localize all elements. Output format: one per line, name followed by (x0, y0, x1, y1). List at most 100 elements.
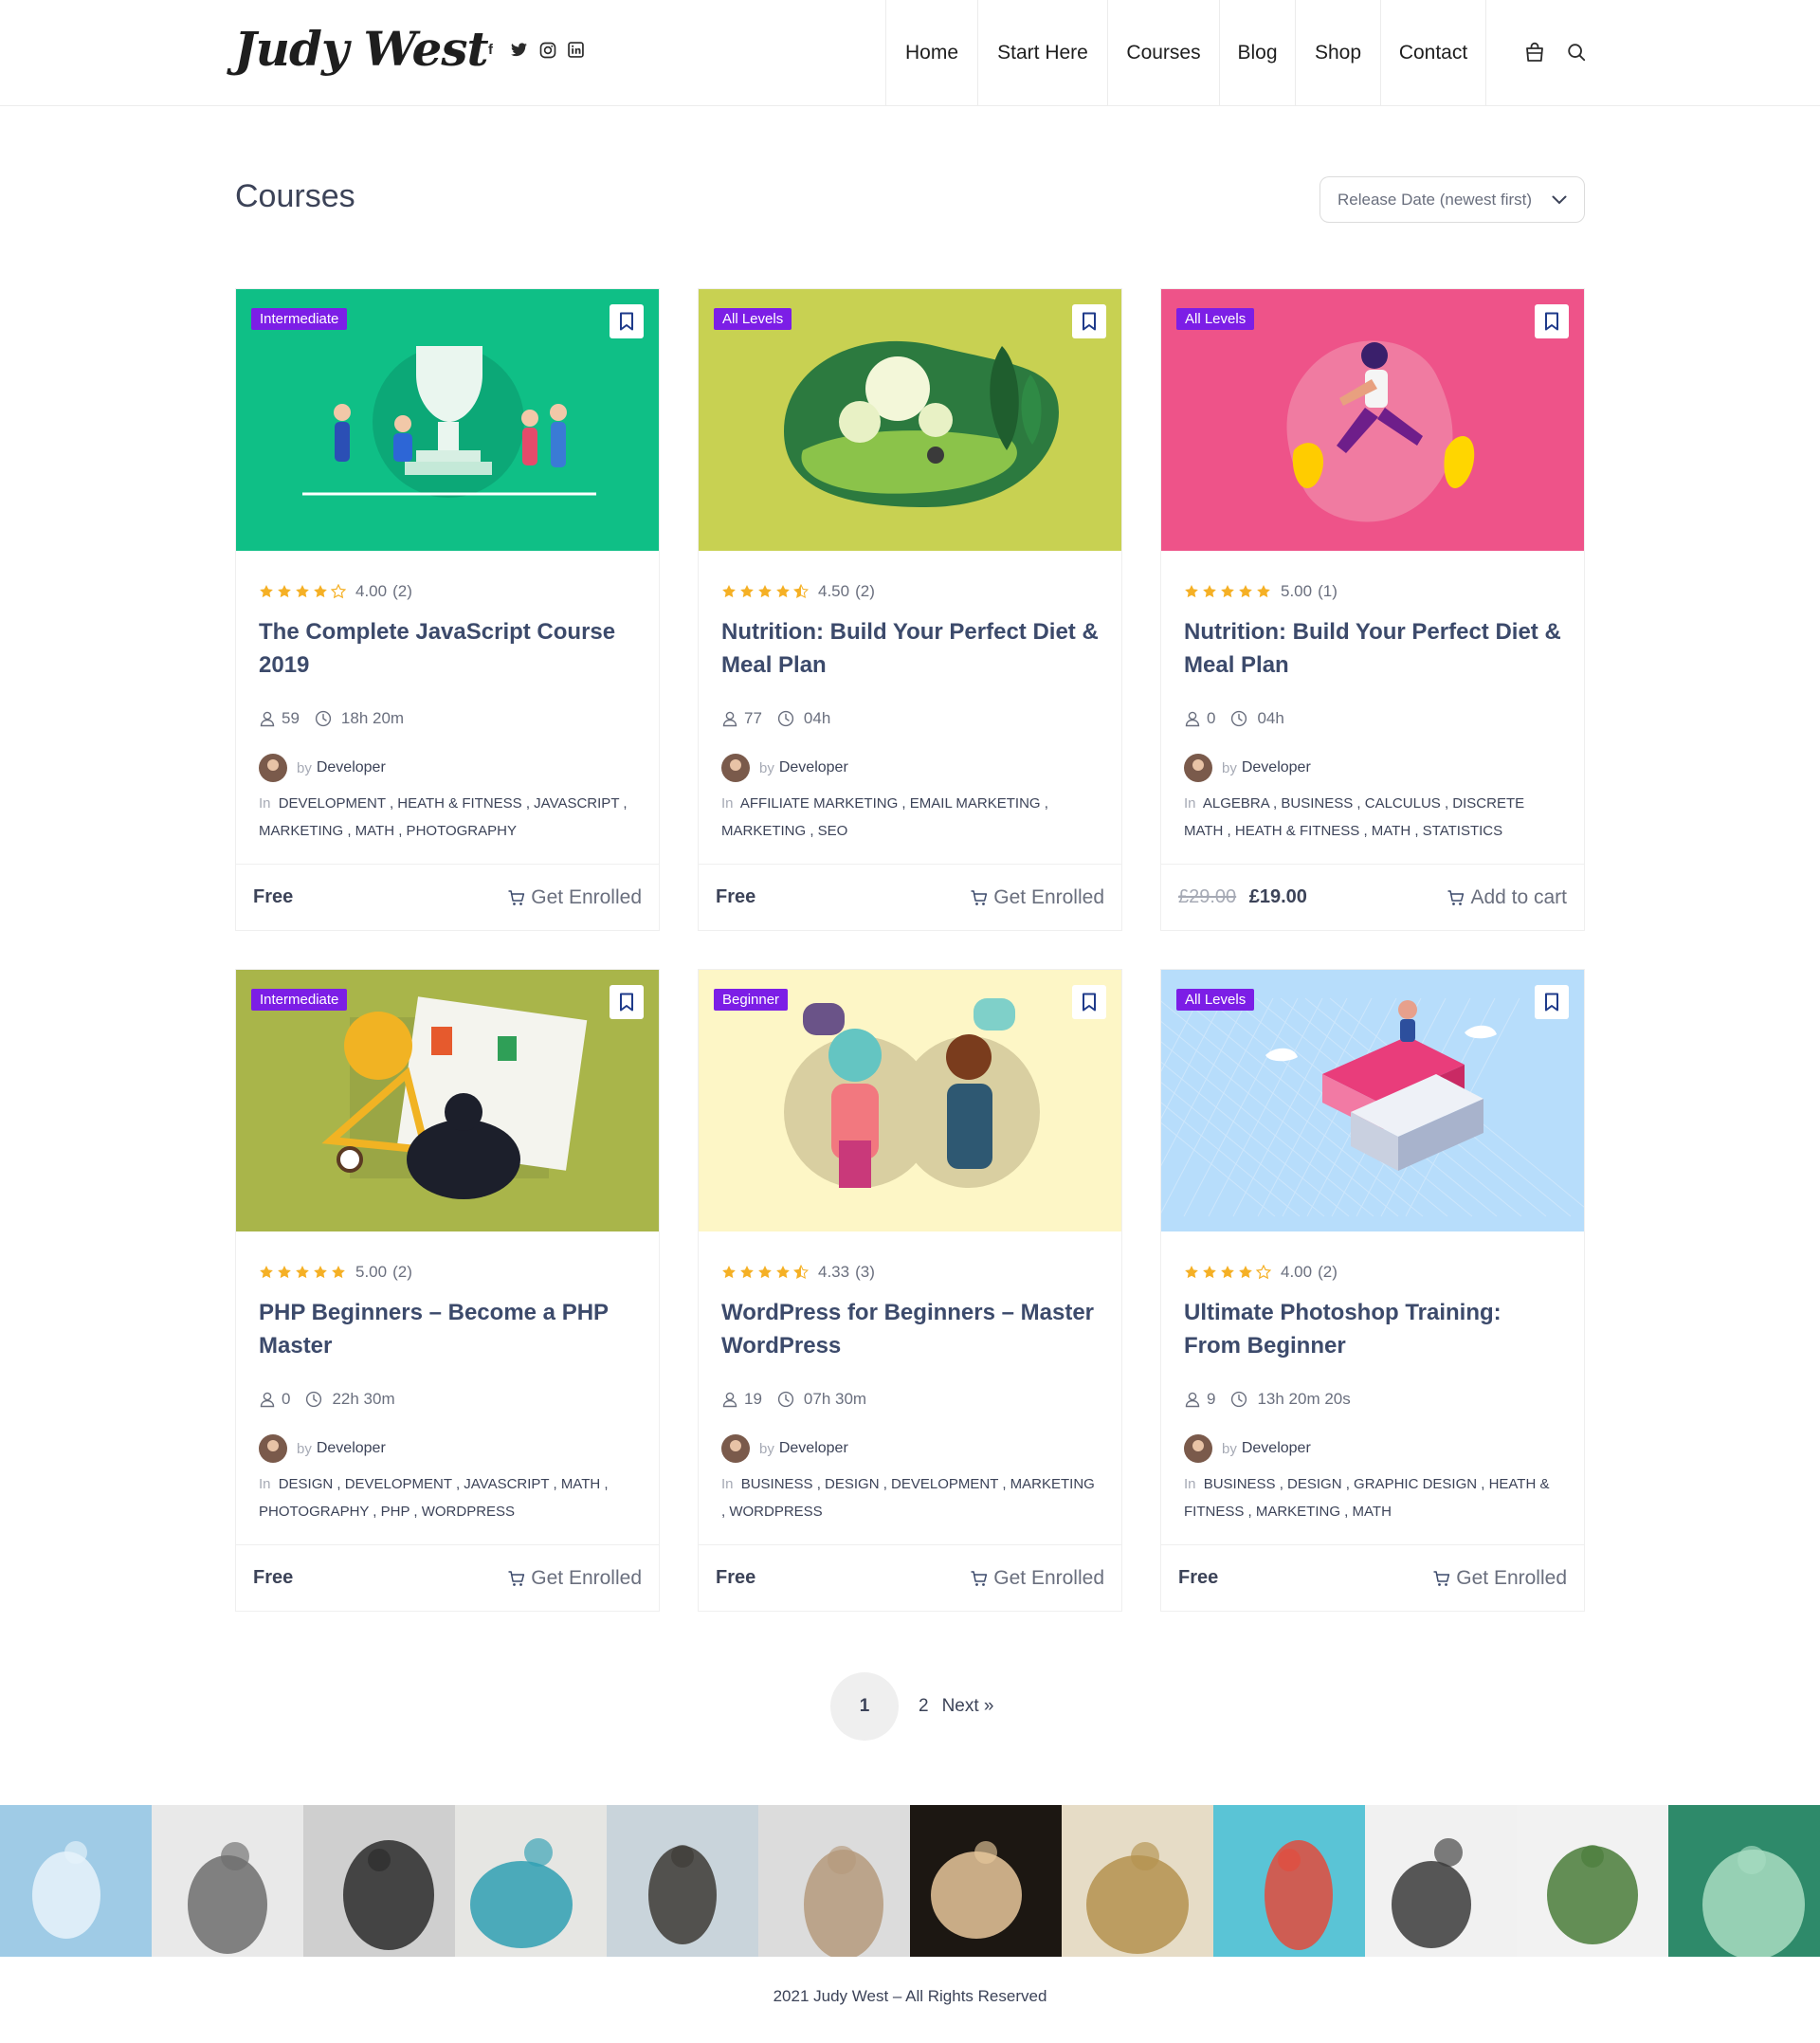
photo-woman-plant[interactable] (1517, 1805, 1668, 1957)
by-label: by (1222, 1440, 1237, 1457)
nav-home[interactable]: Home (885, 0, 977, 106)
course-title[interactable]: Ultimate Photoshop Training: From Beginn… (1184, 1296, 1561, 1362)
nav-courses[interactable]: Courses (1107, 0, 1219, 106)
nav-start-here[interactable]: Start Here (977, 0, 1107, 106)
search-icon[interactable] (1564, 40, 1589, 64)
course-title[interactable]: WordPress for Beginners – Master WordPre… (721, 1296, 1099, 1362)
by-label: by (1222, 759, 1237, 776)
star-full-icon (722, 1266, 736, 1279)
star-full-icon (776, 1266, 790, 1279)
photo-shape (1392, 1838, 1471, 1948)
author-name[interactable]: Developer (317, 1440, 386, 1457)
bookmark-icon[interactable] (610, 304, 644, 338)
current-price: Free (716, 1567, 756, 1588)
author-name[interactable]: Developer (779, 759, 848, 776)
enroll-button[interactable]: Add to cart (1447, 886, 1567, 909)
rating-value: 5.00 (355, 1263, 388, 1281)
enroll-label: Get Enrolled (993, 1566, 1104, 1589)
photo-sea-float[interactable] (1213, 1805, 1365, 1957)
enroll-label: Get Enrolled (531, 885, 642, 908)
clock-icon (777, 1391, 794, 1408)
course-card[interactable]: All Levels 4.50 (2) Nutrition: Build You… (698, 288, 1122, 931)
category-links[interactable]: BUSINESS , DESIGN , GRAPHIC DESIGN , HEA… (1184, 1476, 1549, 1520)
sort-dropdown[interactable]: Release Date (newest first) (1320, 176, 1585, 223)
photo-green-leaves[interactable] (1668, 1805, 1820, 1957)
nav-contact[interactable]: Contact (1380, 0, 1486, 106)
category-links[interactable]: ALGEBRA , BUSINESS , CALCULUS , DISCRETE… (1184, 795, 1524, 839)
instagram-icon[interactable] (538, 41, 556, 59)
original-price: £29.00 (1178, 886, 1237, 907)
course-thumbnail[interactable]: All Levels (1161, 970, 1584, 1231)
course-meta: 0 04h (1184, 708, 1561, 729)
linkedin-icon[interactable] (567, 41, 585, 59)
photo-shape (470, 1838, 573, 1948)
facebook-icon[interactable]: f (482, 41, 500, 59)
course-thumbnail[interactable]: Intermediate (236, 289, 659, 551)
photo-woman-motorbike[interactable] (1365, 1805, 1517, 1957)
category-links[interactable]: DEVELOPMENT , HEATH & FITNESS , JAVASCRI… (259, 795, 628, 839)
students-icon (721, 1391, 738, 1408)
course-thumbnail[interactable]: Beginner (699, 970, 1121, 1231)
course-rating: 5.00 (2) (259, 1262, 636, 1283)
avatar (721, 754, 750, 782)
photo-ice-cave[interactable] (0, 1805, 152, 1957)
star-full-icon (1221, 585, 1234, 598)
course-card[interactable]: Intermediate 4.00 (2) The Complete JavaS… (235, 288, 660, 931)
card-footer: Free Get Enrolled (1161, 1544, 1584, 1611)
enroll-button[interactable]: Get Enrolled (1432, 1567, 1567, 1590)
bookmark-icon[interactable] (1535, 985, 1569, 1019)
course-thumbnail[interactable]: All Levels (699, 289, 1121, 551)
category-links[interactable]: BUSINESS , DESIGN , DEVELOPMENT , MARKET… (721, 1476, 1095, 1520)
category-links[interactable]: AFFILIATE MARKETING , EMAIL MARKETING , … (721, 795, 1048, 839)
photo-woman-surfboard[interactable] (758, 1805, 910, 1957)
course-title[interactable]: PHP Beginners – Become a PHP Master (259, 1296, 636, 1362)
course-title[interactable]: The Complete JavaScript Course 2019 (259, 615, 636, 682)
photo-blue-sofa[interactable] (455, 1805, 607, 1957)
cart-icon[interactable] (1522, 40, 1547, 64)
nav-blog[interactable]: Blog (1219, 0, 1295, 106)
course-title[interactable]: Nutrition: Build Your Perfect Diet & Mea… (1184, 615, 1561, 682)
bookmark-icon[interactable] (1072, 985, 1106, 1019)
course-card[interactable]: All Levels 5.00 (1) Nutrition: Build You… (1160, 288, 1585, 931)
course-price: Free (253, 1567, 293, 1589)
shopping-cart-icon (507, 1569, 526, 1588)
photo-shape (188, 1842, 267, 1954)
twitter-icon[interactable] (510, 41, 528, 59)
page-2-link[interactable]: 2 (919, 1696, 929, 1717)
course-card[interactable]: All Levels 4.00 (2) Ultimate Photoshop T… (1160, 969, 1585, 1612)
star-full-icon (278, 1266, 291, 1279)
bookmark-icon[interactable] (610, 985, 644, 1019)
enroll-button[interactable]: Get Enrolled (970, 886, 1104, 909)
author-name[interactable]: Developer (317, 759, 386, 776)
bookmark-icon[interactable] (1535, 304, 1569, 338)
rating-value: 4.50 (818, 582, 850, 600)
course-thumbnail[interactable]: Intermediate (236, 970, 659, 1231)
category-links[interactable]: DESIGN , DEVELOPMENT , JAVASCRIPT , MATH… (259, 1476, 609, 1520)
course-title[interactable]: Nutrition: Build Your Perfect Diet & Mea… (721, 615, 1099, 682)
bookmark-icon[interactable] (1072, 304, 1106, 338)
level-badge: All Levels (1176, 989, 1255, 1011)
photo-man-white-shirt[interactable] (152, 1805, 303, 1957)
site-logo[interactable]: Judy West (234, 21, 489, 77)
nav-shop[interactable]: Shop (1295, 0, 1380, 106)
enroll-button[interactable]: Get Enrolled (970, 1567, 1104, 1590)
star-full-icon (260, 1266, 273, 1279)
star-full-icon (1239, 1266, 1252, 1279)
author-name[interactable]: Developer (779, 1440, 848, 1457)
enroll-button[interactable]: Get Enrolled (507, 886, 642, 909)
course-card[interactable]: Intermediate 5.00 (2) PHP Beginners – Be… (235, 969, 660, 1612)
shopping-cart-icon (1432, 1569, 1451, 1588)
course-thumbnail[interactable]: All Levels (1161, 289, 1584, 551)
author-name[interactable]: Developer (1242, 759, 1311, 776)
photo-motorcycle-desert[interactable] (607, 1805, 758, 1957)
enroll-button[interactable]: Get Enrolled (507, 1567, 642, 1590)
page-current[interactable]: 1 (830, 1672, 899, 1741)
next-page-link[interactable]: Next » (942, 1696, 994, 1717)
photo-man-portrait-bw[interactable] (303, 1805, 455, 1957)
photo-balloon-night[interactable] (910, 1805, 1062, 1957)
avatar (1184, 1434, 1212, 1463)
photo-field-tree[interactable] (1062, 1805, 1213, 1957)
author-name[interactable]: Developer (1242, 1440, 1311, 1457)
course-card[interactable]: Beginner 4.33 (3) WordPress for Beginner… (698, 969, 1122, 1612)
course-price: Free (716, 1567, 755, 1589)
